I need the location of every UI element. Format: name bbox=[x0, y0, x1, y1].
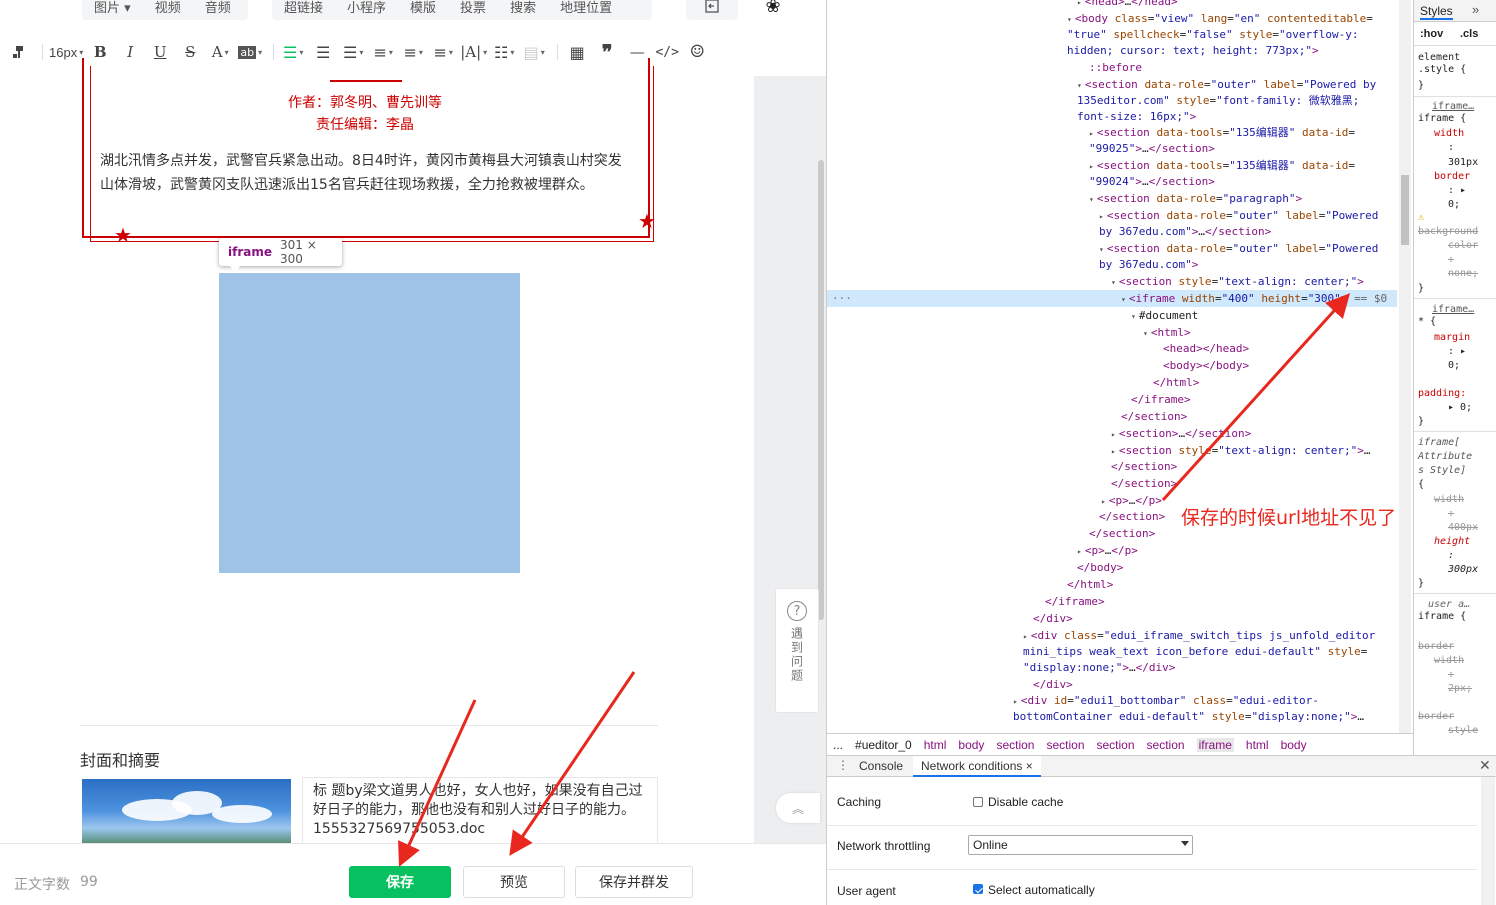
select-automatically-checkbox[interactable] bbox=[973, 884, 983, 894]
iframe-placeholder[interactable] bbox=[219, 273, 520, 573]
code-icon[interactable]: </> bbox=[654, 38, 680, 66]
drawer-scrollbar[interactable] bbox=[1481, 777, 1495, 905]
section-divider bbox=[827, 869, 1477, 870]
import-icon bbox=[705, 0, 719, 13]
save-button[interactable]: 保存 bbox=[349, 866, 451, 898]
devtools-panel: ··· ▸ <head>…</head> ▾ <body class="view" … bbox=[826, 0, 1496, 905]
chevron-up-icon: ︽ bbox=[791, 801, 804, 816]
format-painter-icon[interactable] bbox=[6, 38, 32, 66]
tab-network-conditions[interactable]: Network conditions × bbox=[913, 756, 1041, 777]
preview-button[interactable]: 预览 bbox=[463, 866, 565, 898]
crumb-item[interactable]: section bbox=[1046, 738, 1084, 752]
hov-toggle[interactable]: :hov bbox=[1420, 28, 1443, 40]
cls-toggle[interactable]: .cls bbox=[1460, 28, 1478, 40]
chevron-down-icon bbox=[1181, 841, 1189, 846]
star-icon: ★ bbox=[638, 209, 656, 233]
media-tab-group: 图片 ▾ 视频 音频 bbox=[82, 0, 248, 20]
styles-filter-bar: :hov .cls bbox=[1414, 24, 1496, 46]
editor-gutter bbox=[754, 76, 826, 844]
back-to-top-button[interactable]: ︽ bbox=[776, 793, 820, 823]
elements-tree: ··· ▸ <head>…</head> ▾ <body class="view" … bbox=[827, 0, 1397, 733]
tooltip-arrow bbox=[228, 264, 242, 272]
font-size-value: 16px bbox=[49, 44, 78, 60]
tab-audio[interactable]: 音频 bbox=[193, 0, 243, 16]
question-icon: ? bbox=[787, 601, 807, 621]
disable-cache-label: Disable cache bbox=[988, 795, 1064, 809]
font-size-select[interactable]: 16px ▾ bbox=[49, 38, 83, 66]
crumb-item[interactable]: #ueditor_0 bbox=[855, 738, 912, 752]
title-underline bbox=[330, 80, 402, 82]
feature-tab-group: 超链接 小程序 模版 投票 搜索 地理位置 bbox=[272, 0, 652, 20]
tab-styles[interactable]: Styles bbox=[1420, 4, 1453, 20]
star-icon: ★ bbox=[114, 223, 132, 247]
cover-section-title: 封面和摘要 bbox=[80, 751, 161, 770]
tab-search[interactable]: 搜索 bbox=[498, 0, 548, 16]
selected-iframe-node[interactable]: ▾ <iframe width="400" height="300"> == $0 bbox=[1121, 291, 1387, 307]
section-divider bbox=[827, 825, 1477, 826]
network-conditions-pane: Caching Disable cache Network throttling… bbox=[827, 777, 1496, 905]
crumb-item-selected[interactable]: iframe bbox=[1196, 737, 1234, 752]
elements-scrollbar-track[interactable] bbox=[1399, 0, 1411, 733]
tab-template[interactable]: 模版 bbox=[398, 0, 448, 16]
tab-hyperlink[interactable]: 超链接 bbox=[272, 0, 335, 16]
user-agent-label: User agent bbox=[837, 884, 896, 898]
crumb-item[interactable]: section bbox=[996, 738, 1034, 752]
close-drawer-icon[interactable]: ✕ bbox=[1479, 757, 1491, 774]
tab-image[interactable]: 图片 ▾ bbox=[82, 0, 143, 16]
tab-console[interactable]: Console bbox=[859, 759, 903, 773]
tooltip-tag: iframe bbox=[228, 245, 272, 259]
wechat-editor: 图片 ▾ 视频 音频 超链接 小程序 模版 投票 搜索 地理位置 ❀ 16px ▾… bbox=[0, 0, 826, 905]
throttling-select[interactable]: Online bbox=[968, 835, 1193, 855]
bottom-action-bar: 正文字数 99 保存 预览 保存并群发 bbox=[0, 843, 826, 905]
styles-pane: Styles » :hov .cls element .style { } if… bbox=[1413, 0, 1496, 755]
crumb-item[interactable]: html bbox=[1246, 738, 1269, 752]
select-automatically-label: Select automatically bbox=[988, 883, 1095, 897]
tab-vote[interactable]: 投票 bbox=[448, 0, 498, 16]
crumb-item[interactable]: section bbox=[1147, 738, 1185, 752]
throttling-label: Network throttling bbox=[837, 839, 931, 853]
crumb-item[interactable]: ... bbox=[833, 738, 843, 752]
emoji-icon[interactable]: ☺ bbox=[684, 38, 710, 66]
crumb-item[interactable]: section bbox=[1097, 738, 1135, 752]
summary-textarea[interactable]: 标 题by梁文道男人也好，女人也好，如果没有自己过好日子的能力，那他也没有和别人… bbox=[302, 777, 658, 849]
drawer-tab-bar: ⋮ Console Network conditions × ✕ bbox=[827, 755, 1496, 777]
crumb-item[interactable]: body bbox=[958, 738, 984, 752]
close-tab-icon[interactable]: × bbox=[1026, 759, 1033, 773]
article-paragraph[interactable]: 湖北汛情多点并发，武警官兵紧急出动。8日4时许，黄冈市黄梅县大河镇袁山村突发山体… bbox=[100, 149, 632, 197]
word-count: 99 bbox=[80, 874, 98, 890]
save-and-send-button[interactable]: 保存并群发 bbox=[575, 866, 693, 898]
disable-cache-checkbox[interactable] bbox=[973, 797, 983, 807]
tab-video[interactable]: 视频 bbox=[143, 0, 193, 16]
section-divider bbox=[80, 725, 658, 726]
annotation-note: 保存的时候url地址不见了 bbox=[1181, 507, 1397, 529]
mascot-icon[interactable]: ❀ bbox=[758, 0, 788, 20]
dom-breadcrumb: ... #ueditor_0 html body section section… bbox=[827, 733, 1413, 755]
caching-label: Caching bbox=[837, 795, 882, 809]
tab-location[interactable]: 地理位置 bbox=[548, 0, 624, 16]
crumb-item[interactable]: body bbox=[1281, 738, 1307, 752]
styles-tab-bar: Styles » bbox=[1414, 0, 1496, 22]
elements-scrollbar-thumb[interactable] bbox=[1401, 175, 1409, 245]
element-inspect-tooltip: iframe 301 × 300 bbox=[219, 238, 342, 266]
editor-scrollbar[interactable] bbox=[818, 160, 824, 620]
tab-label: Network conditions bbox=[921, 759, 1023, 773]
editor-line: 责任编辑：李晶 bbox=[316, 117, 414, 133]
tooltip-dims: 301 × 300 bbox=[280, 238, 317, 266]
help-text: 遇到问题 bbox=[789, 627, 804, 683]
more-tabs-icon[interactable]: » bbox=[1472, 2, 1479, 17]
import-doc-button[interactable] bbox=[686, 0, 738, 20]
drawer-menu-icon[interactable]: ⋮ bbox=[837, 758, 849, 772]
tab-miniprogram[interactable]: 小程序 bbox=[335, 0, 398, 16]
help-widget[interactable]: ? 遇到问题 bbox=[775, 588, 819, 713]
word-count-label: 正文字数 bbox=[14, 877, 70, 893]
cover-image[interactable] bbox=[82, 779, 291, 849]
node-ellipsis-icon[interactable]: ··· bbox=[832, 291, 852, 307]
crumb-item[interactable]: html bbox=[924, 738, 947, 752]
toolbar-divider bbox=[42, 44, 43, 60]
author-line: 作者：郭冬明、曹先训等 bbox=[288, 95, 442, 111]
